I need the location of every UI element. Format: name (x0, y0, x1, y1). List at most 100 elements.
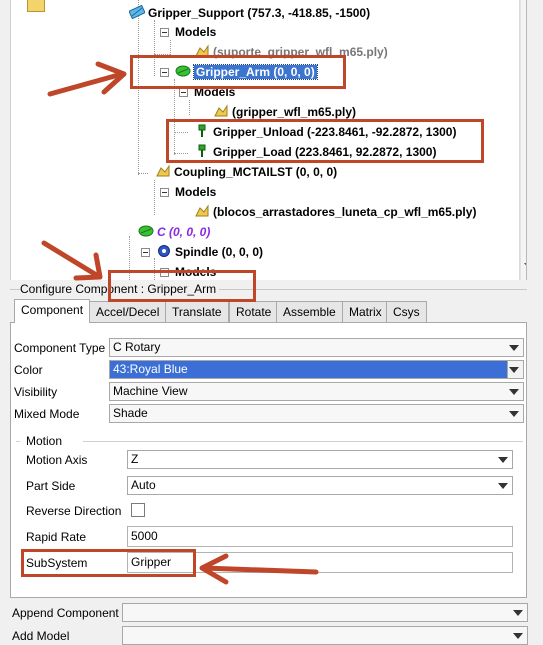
collapse-toggle[interactable] (160, 68, 169, 77)
tree-node-models[interactable]: Models (175, 264, 216, 280)
chevron-down-icon (509, 389, 519, 395)
tree-line (129, 236, 130, 280)
part-side-value: Auto (131, 478, 156, 492)
motion-axis-value: Z (131, 452, 139, 466)
chevron-down-icon (513, 610, 523, 616)
component-type-select[interactable]: C Rotary (109, 338, 524, 357)
collapse-toggle[interactable] (160, 268, 169, 277)
tree-node-model-file[interactable]: (blocos_arrastadores_luneta_cp_wfl_m65.p… (194, 204, 476, 221)
collapse-toggle[interactable] (179, 88, 188, 97)
tree-node-model-file[interactable]: (suporte_gripper_wfl_m65.ply) (194, 44, 388, 61)
tree-line (154, 20, 155, 76)
configure-title: Configure Component : Gripper_Arm (20, 281, 220, 297)
tree-node-c-axis[interactable]: C (0, 0, 0) (138, 224, 210, 241)
motion-axis-label: Motion Axis (26, 453, 88, 467)
rapid-rate-label: Rapid Rate (26, 530, 87, 544)
part-side-select[interactable]: Auto (127, 476, 513, 495)
model-icon (214, 104, 228, 117)
collapse-toggle[interactable] (160, 28, 169, 37)
chevron-down-icon (498, 457, 508, 463)
tree-line (154, 54, 170, 55)
tree-node-label: Gripper_Load (223.8461, 92.2872, 1300) (213, 145, 437, 159)
tree-node-models[interactable]: Models (175, 184, 216, 201)
tree-node-gripper-support[interactable]: Gripper_Support (757.3, -418.85, -1500) (129, 5, 370, 22)
tree-node-label: (suporte_gripper_wfl_m65.ply) (213, 45, 388, 59)
chevron-down-icon (509, 345, 519, 351)
pin-icon (198, 144, 206, 157)
rapid-rate-input[interactable]: 5000 (127, 526, 513, 547)
subsystem-input[interactable]: Gripper (127, 552, 513, 573)
motion-axis-select[interactable]: Z (127, 450, 513, 469)
tree-node-gripper-load[interactable]: Gripper_Load (223.8461, 92.2872, 1300) (194, 144, 436, 161)
tree-node-label: Gripper_Arm (0, 0, 0) (193, 64, 318, 80)
visibility-select[interactable]: Machine View (109, 382, 524, 401)
folder-icon (27, 0, 45, 12)
add-model-select[interactable] (122, 626, 528, 645)
model-icon (156, 164, 170, 177)
tree-line (154, 180, 155, 215)
tree-node-label: Models (175, 265, 217, 279)
tab-csys[interactable]: Csys (386, 301, 427, 322)
tree-line (174, 153, 188, 154)
component-type-value: C Rotary (113, 340, 161, 354)
tree-line (174, 132, 188, 133)
tree-line (170, 40, 171, 55)
part-side-label: Part Side (26, 479, 76, 493)
color-value: 43:Royal Blue (113, 362, 188, 376)
chevron-down-icon (498, 483, 508, 489)
tree-node-label: Spindle (0, 0, 0) (175, 245, 264, 259)
reverse-direction-label: Reverse Direction (26, 504, 122, 518)
collapse-toggle[interactable] (141, 248, 150, 257)
add-model-label: Add Model (12, 629, 70, 643)
component-tree[interactable]: Gripper_Support (757.3, -418.85, -1500) … (10, 0, 527, 280)
append-component-label: Append Component (12, 606, 119, 620)
tab-component[interactable]: Component (14, 299, 91, 323)
tree-line (189, 100, 190, 115)
tree-node-model-file[interactable]: (gripper_wfl_m65.ply) (213, 104, 356, 121)
reverse-direction-checkbox[interactable] (131, 503, 145, 517)
tree-node-gripper-unload[interactable]: Gripper_Unload (-223.8461, -92.2872, 130… (194, 124, 456, 141)
tree-line (138, 173, 148, 174)
color-label: Color (14, 363, 43, 377)
tree-node-coupling[interactable]: Coupling_MCTAILST (0, 0, 0) (155, 164, 337, 181)
tree-node-label: Gripper_Unload (-223.8461, -92.2872, 130… (213, 125, 457, 139)
scroll-down-icon[interactable] (524, 263, 526, 269)
tab-accel-decel[interactable]: Accel/Decel (89, 301, 167, 322)
collapse-toggle[interactable] (160, 188, 169, 197)
tab-assemble[interactable]: Assemble (276, 301, 343, 322)
motion-group-label: Motion (26, 434, 63, 448)
tab-matrix[interactable]: Matrix (342, 301, 389, 322)
tree-node-models[interactable]: Models (175, 24, 216, 41)
mixed-mode-label: Mixed Mode (14, 407, 80, 421)
chevron-down-icon (509, 367, 519, 373)
color-select[interactable]: 43:Royal Blue (109, 360, 524, 379)
tab-rotate[interactable]: Rotate (229, 301, 279, 322)
mixed-mode-select[interactable]: Shade (109, 404, 524, 423)
tree-node-label: Models (175, 185, 217, 199)
component-type-label: Component Type (14, 341, 106, 355)
visibility-value: Machine View (113, 384, 188, 398)
tree-node-label: C (0, 0, 0) (157, 225, 211, 239)
spindle-icon (158, 245, 170, 257)
tree-node-label: Models (175, 25, 217, 39)
tree-node-models[interactable]: Models (194, 84, 235, 101)
tree-scrollbar[interactable] (519, 0, 526, 280)
visibility-label: Visibility (14, 385, 58, 399)
tree-node-spindle[interactable]: Spindle (0, 0, 0) (156, 244, 263, 261)
rotary-axis-icon (175, 65, 191, 77)
rotary-axis-icon (138, 225, 154, 237)
tree-node-label: Coupling_MCTAILST (0, 0, 0) (174, 165, 338, 179)
tree-node-label: (gripper_wfl_m65.ply) (232, 105, 357, 119)
tree-node-label: Gripper_Support (757.3, -418.85, -1500) (148, 6, 371, 20)
subsystem-label: SubSystem (26, 556, 88, 570)
tree-line (174, 79, 175, 155)
rotary-axis-icon (129, 5, 145, 19)
tree-node-gripper-arm[interactable]: Gripper_Arm (0, 0, 0) (175, 64, 318, 81)
tree-line (154, 258, 155, 280)
tab-translate[interactable]: Translate (165, 301, 229, 322)
mixed-mode-value: Shade (113, 406, 148, 420)
append-component-select[interactable] (122, 603, 528, 622)
chevron-down-icon (513, 633, 523, 639)
tree-node-label: Models (194, 85, 236, 99)
tree-line (138, 0, 139, 175)
